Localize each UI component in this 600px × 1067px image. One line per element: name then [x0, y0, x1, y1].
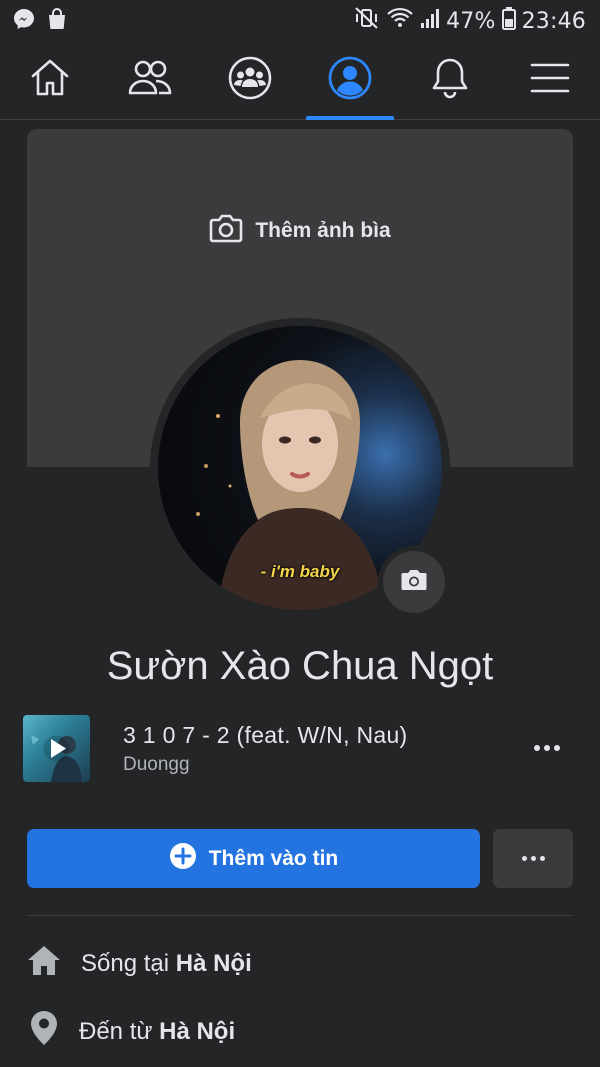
- home-filled-icon: [27, 944, 61, 983]
- camera-icon: [400, 568, 428, 597]
- tab-groups[interactable]: [200, 42, 300, 119]
- status-bar-left: [12, 7, 68, 36]
- change-avatar-button[interactable]: [378, 546, 450, 618]
- camera-icon: [209, 213, 243, 249]
- battery-icon: [501, 6, 516, 36]
- status-bar-right: 47% 23:46: [354, 6, 586, 36]
- profile-icon: [327, 55, 373, 106]
- profile-name: Sườn Xào Chua Ngọt: [106, 644, 494, 688]
- more-dots-icon: [521, 856, 545, 861]
- song-title: 3 1 0 7 - 2 (feat. W/N, Nau): [123, 722, 408, 748]
- tab-friends[interactable]: [100, 42, 200, 119]
- song-artist: Duongg: [123, 754, 190, 775]
- clock: 23:46: [521, 8, 586, 34]
- menu-icon: [530, 61, 570, 100]
- mute-vibrate-icon: [354, 6, 380, 36]
- battery-percent: 47%: [446, 8, 496, 34]
- friends-icon: [126, 56, 174, 105]
- add-cover-photo-button[interactable]: Thêm ảnh bìa: [27, 213, 573, 249]
- profile-music[interactable]: 3 1 0 7 - 2 (feat. W/N, Nau) Duongg: [23, 714, 577, 784]
- tab-notifications[interactable]: [400, 42, 500, 119]
- detail-from: Đến từ Hà Nội: [27, 1010, 235, 1053]
- add-to-story-button[interactable]: Thêm vào tin: [27, 829, 480, 888]
- lives-in-prefix: Sống tại: [81, 949, 176, 977]
- lives-in-place: Hà Nội: [175, 949, 252, 977]
- more-dots-icon: [534, 745, 560, 751]
- from-place: Hà Nội: [159, 1017, 236, 1045]
- wifi-icon: [386, 6, 414, 36]
- add-cover-photo-label: Thêm ảnh bìa: [255, 219, 391, 242]
- from-prefix: Đến từ: [79, 1017, 160, 1045]
- from-text: Đến từ Hà Nội: [79, 1018, 235, 1046]
- divider: [27, 915, 573, 916]
- profile-more-button[interactable]: [493, 829, 573, 888]
- plus-circle-icon: [169, 842, 197, 876]
- groups-icon: [227, 55, 273, 106]
- top-nav: [0, 42, 600, 120]
- shopping-bag-icon: [46, 7, 68, 36]
- status-bar: 47% 23:46: [0, 0, 600, 42]
- messenger-icon: [12, 7, 36, 36]
- lives-in-text: Sống tại Hà Nội: [81, 950, 252, 978]
- music-more-button[interactable]: [527, 730, 567, 766]
- album-art[interactable]: [23, 715, 90, 782]
- tab-profile[interactable]: [300, 42, 400, 120]
- add-to-story-label: Thêm vào tin: [208, 846, 339, 870]
- signal-icon: [420, 6, 440, 36]
- location-pin-icon: [27, 1010, 59, 1053]
- bell-icon: [429, 55, 471, 106]
- tab-menu[interactable]: [500, 42, 600, 119]
- tab-home[interactable]: [0, 42, 100, 119]
- detail-lives-in: Sống tại Hà Nội: [27, 944, 252, 983]
- home-icon: [28, 56, 72, 105]
